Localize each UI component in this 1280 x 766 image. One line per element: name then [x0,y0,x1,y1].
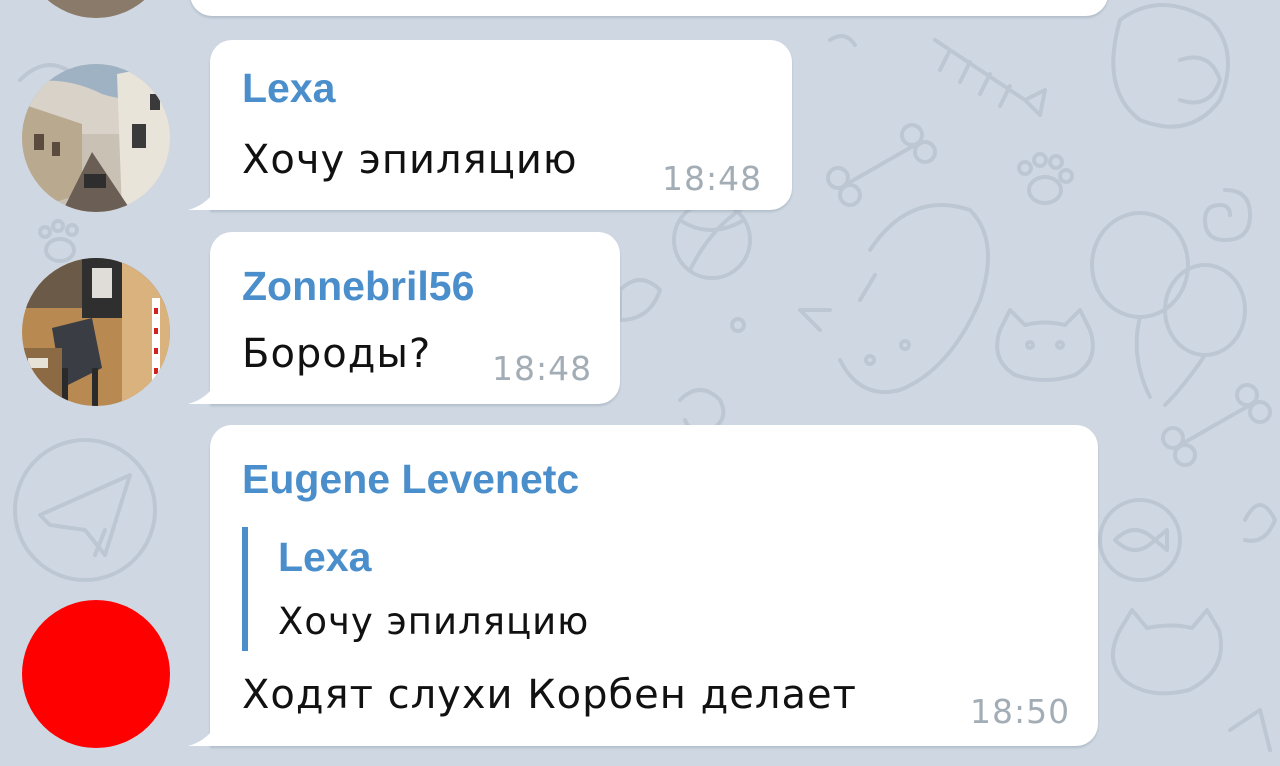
street-photo-avatar-icon [22,64,170,212]
room-photo-avatar-icon [22,258,170,406]
avatar-eugene-levenetc[interactable] [22,600,170,748]
message-time: 18:48 [492,349,593,388]
message-text: Хочу эпиляцию [242,137,578,183]
reply-quote[interactable]: Lexa Хочу эпиляцию [242,527,848,651]
avatar-zonnebril56[interactable] [22,258,170,406]
message-time: 18:48 [662,159,763,198]
bubble-tail [188,378,218,404]
bubble-tail [188,720,218,746]
sender-name[interactable]: Zonnebril56 [242,266,474,307]
reply-sender-name: Lexa [278,534,372,580]
sender-name[interactable]: Eugene Levenetc [242,459,579,500]
message-bubble-eugene-levenetc[interactable]: Eugene Levenetc Lexa Хочу эпиляцию Ходят… [188,425,1098,746]
bubble-tail [188,184,218,210]
message-time: 18:50 [970,692,1071,731]
reply-text: Хочу эпиляцию [278,600,590,643]
message-text: Бороды? [242,331,432,377]
message-text: Ходят слухи Корбен делает [242,672,857,718]
message-bubble-zonnebril56[interactable]: Zonnebril56 Бороды? 18:48 [188,232,620,404]
message-bubble-lexa[interactable]: Lexa Хочу эпиляцию 18:48 [188,40,792,210]
avatar-lexa[interactable] [22,64,170,212]
previous-message-bubble[interactable] [190,0,1108,16]
sender-name[interactable]: Lexa [242,68,335,109]
